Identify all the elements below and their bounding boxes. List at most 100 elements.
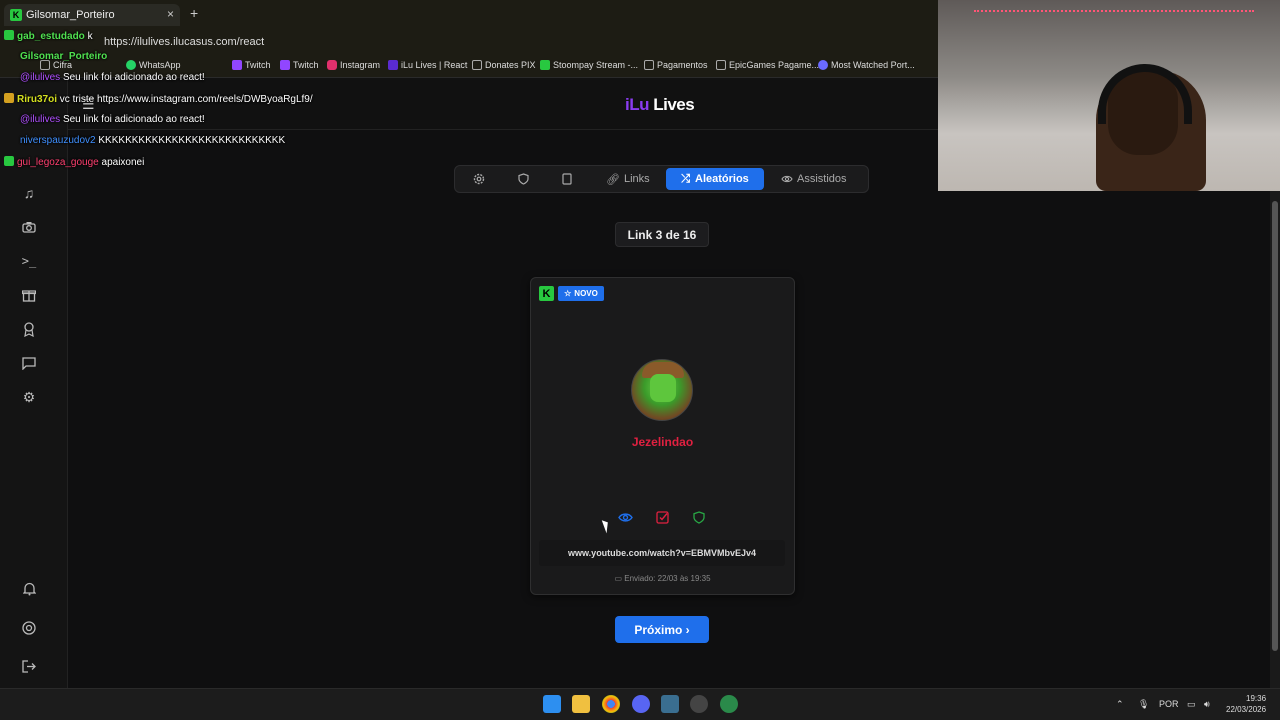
clock-date: 22/03/2026: [1226, 705, 1267, 714]
mark-watched-button[interactable]: [617, 509, 633, 525]
obs-icon[interactable]: [690, 695, 708, 713]
approve-button[interactable]: [654, 509, 670, 525]
next-button[interactable]: Próximo ›: [615, 616, 709, 643]
bookmark-epicgames[interactable]: EpicGames Pagame...: [716, 60, 819, 70]
shield-icon: [518, 173, 529, 185]
folder-icon: [644, 60, 654, 70]
headset: [1098, 64, 1192, 124]
avatar: [631, 359, 693, 421]
bookmark-pagamentos[interactable]: Pagamentos: [644, 60, 708, 70]
chat-user: gab_estudado: [17, 31, 85, 42]
twitch-icon: [232, 60, 242, 70]
bookmark-tab-button[interactable]: [562, 169, 572, 189]
username: Jezelindao: [631, 435, 694, 449]
bookmark-label: WhatsApp: [139, 60, 181, 70]
chat-user: niverspauzudov2: [20, 135, 96, 146]
tab-links-label: Links: [623, 173, 650, 185]
help-icon[interactable]: [20, 619, 38, 637]
close-tab-icon[interactable]: ×: [167, 7, 174, 21]
app-logo: iLu Lives: [625, 95, 695, 115]
bookmark-twitch-2[interactable]: Twitch: [280, 60, 319, 70]
microphone-icon[interactable]: 🎙︎: [1138, 699, 1149, 710]
xbox-icon[interactable]: [720, 695, 738, 713]
globe-icon: [818, 60, 828, 70]
settings-icon[interactable]: ⚙: [20, 388, 38, 406]
discord-icon[interactable]: [632, 695, 650, 713]
chat-icon[interactable]: [20, 354, 38, 372]
bookmark-label: Twitch: [293, 60, 319, 70]
browser-tab[interactable]: K Gilsomar_Porteiro ×: [4, 4, 180, 26]
chat-message: gab_estudado k: [4, 30, 93, 42]
chat-message: gui_legoza_gouge apaixonei: [4, 156, 144, 168]
bookmark-icon: [562, 173, 572, 185]
bookmark-instagram[interactable]: Instagram: [327, 60, 380, 70]
chat-message: @ilulives Seu link foi adicionado ao rea…: [20, 114, 205, 125]
sent-time: Enviado: 22/03 às 19:35: [624, 574, 711, 583]
terminal-icon[interactable]: >_: [20, 252, 38, 270]
tab-random[interactable]: ⤮ Aleatórios: [666, 168, 764, 190]
chat-user: Gilsomar_Porteiro: [20, 51, 108, 62]
chat-message: @ilulives Seu link foi adicionado ao rea…: [20, 72, 205, 83]
logo-prefix: iLu: [625, 95, 650, 114]
music-icon[interactable]: ♫: [20, 184, 38, 202]
shield-icon: [693, 510, 705, 524]
tab-watched[interactable]: Assistidos: [781, 169, 847, 189]
bookmark-ilu-react[interactable]: iLu Lives | React: [388, 60, 467, 70]
chevron-up-icon[interactable]: ⌃: [1116, 699, 1124, 710]
bell-icon[interactable]: [20, 580, 38, 598]
file-explorer-icon[interactable]: [572, 695, 590, 713]
new-tab-button[interactable]: +: [190, 5, 198, 21]
bookmark-label: Twitch: [245, 60, 271, 70]
url-field[interactable]: https://ilulives.ilucasus.com/react: [104, 36, 264, 48]
chat-message: niverspauzudov2 KKKKKKKKKKKKKKKKKKKKKKKK…: [20, 135, 285, 146]
bookmark-whatsapp[interactable]: WhatsApp: [126, 60, 181, 70]
app-icon[interactable]: [661, 695, 679, 713]
instagram-icon: [327, 60, 337, 70]
bookmark-label: Pagamentos: [657, 60, 708, 70]
chat-message: Riru37oi vc triste https://www.instagram…: [4, 93, 313, 105]
chat-text: KKKKKKKKKKKKKKKKKKKKKKKKKKKK: [95, 135, 286, 146]
folder-icon: [716, 60, 726, 70]
scrollbar-thumb[interactable]: [1272, 201, 1278, 651]
gift-icon[interactable]: [20, 286, 38, 304]
avatar-face: [650, 374, 676, 402]
calendar-icon: ▭: [614, 574, 625, 583]
link-url[interactable]: www.youtube.com/watch?v=EBMVMbvEJv4: [539, 540, 785, 566]
logout-icon[interactable]: [20, 657, 38, 675]
chat-text: Seu link foi adicionado ao react!: [60, 114, 205, 125]
shuffle-icon: ⤮: [681, 172, 690, 185]
camera-icon[interactable]: [20, 218, 38, 236]
settings-tab-button[interactable]: [473, 169, 485, 189]
check-square-icon: [655, 510, 669, 524]
chat-message: Gilsomar_Porteiro: [20, 51, 107, 62]
bookmark-most-watched[interactable]: Most Watched Port...: [818, 60, 915, 70]
chat-user: @ilulives: [20, 72, 61, 83]
webcam-overlay: [938, 0, 1280, 191]
chat-text: k: [84, 31, 93, 42]
new-badge: ☆ NOVO: [558, 286, 604, 301]
shield-tab-button[interactable]: [518, 169, 529, 189]
chat-text: Seu link foi adicionado ao react!: [60, 72, 205, 83]
network-icon[interactable]: ▭: [1187, 699, 1196, 710]
led-lights: [974, 10, 1254, 12]
kick-badge-icon: [4, 30, 14, 40]
ilu-icon: [388, 60, 398, 70]
kick-icon: K: [10, 9, 22, 21]
bookmark-twitch-1[interactable]: Twitch: [232, 60, 271, 70]
volume-icon[interactable]: 🔊︎: [1204, 699, 1210, 710]
link-counter: Link 3 de 16: [615, 222, 709, 247]
bookmark-label: EpicGames Pagame...: [729, 60, 820, 70]
award-icon[interactable]: [20, 320, 38, 338]
tab-links[interactable]: 🔗︎ Links: [606, 169, 650, 189]
bookmark-donates[interactable]: Donates PIX: [472, 60, 536, 70]
windows-start-icon[interactable]: [543, 695, 561, 713]
new-badge-label: NOVO: [574, 289, 598, 298]
system-clock[interactable]: 19:36 22/03/2026: [1226, 693, 1266, 715]
page-scrollbar[interactable]: [1270, 191, 1280, 688]
whatsapp-icon: [126, 60, 136, 70]
chat-user: Riru37oi: [17, 94, 58, 105]
moderate-button[interactable]: [691, 509, 707, 525]
bookmark-stoompay[interactable]: Stoompay Stream -...: [540, 60, 638, 70]
chrome-icon[interactable]: [602, 695, 620, 713]
language-indicator[interactable]: POR: [1159, 699, 1179, 709]
